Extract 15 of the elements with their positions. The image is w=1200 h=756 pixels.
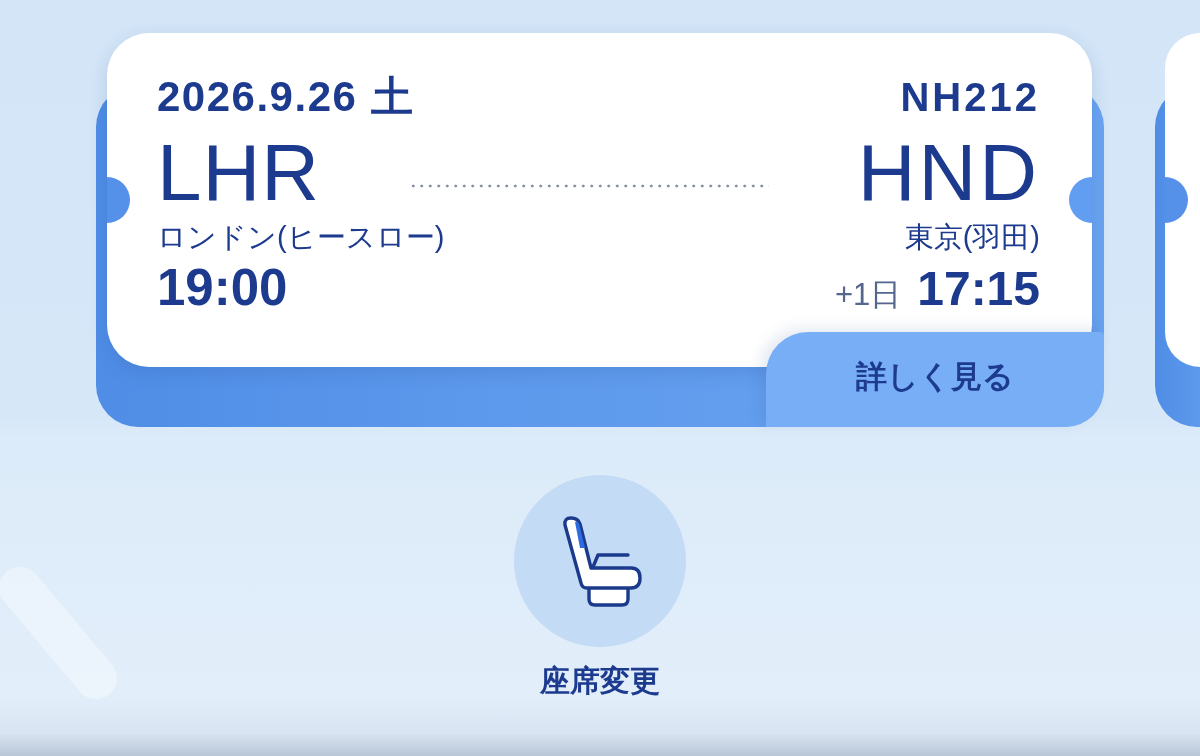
day-offset: +1日: [834, 276, 902, 314]
ticket-notch: [1069, 177, 1092, 223]
arrival-airport-code: HND: [857, 133, 1040, 213]
ticket-notch: [1165, 177, 1188, 223]
arrival-airport-name: 東京(羽田): [904, 220, 1040, 255]
arrival-time: 17:15: [917, 261, 1040, 317]
seat-change-button[interactable]: 座席変更: [514, 475, 686, 699]
departure-airport-code: LHR: [157, 133, 321, 213]
details-button[interactable]: 詳しく見る: [766, 332, 1104, 427]
flight-number: NH212: [900, 75, 1040, 119]
departure-time: 19:00: [157, 259, 288, 317]
ticket-notch: [107, 177, 130, 223]
flight-date: 2026.9.26 土: [157, 75, 414, 119]
departure-airport-name: ロンドン(ヒースロー): [157, 220, 445, 255]
seat-icon: [514, 475, 686, 647]
